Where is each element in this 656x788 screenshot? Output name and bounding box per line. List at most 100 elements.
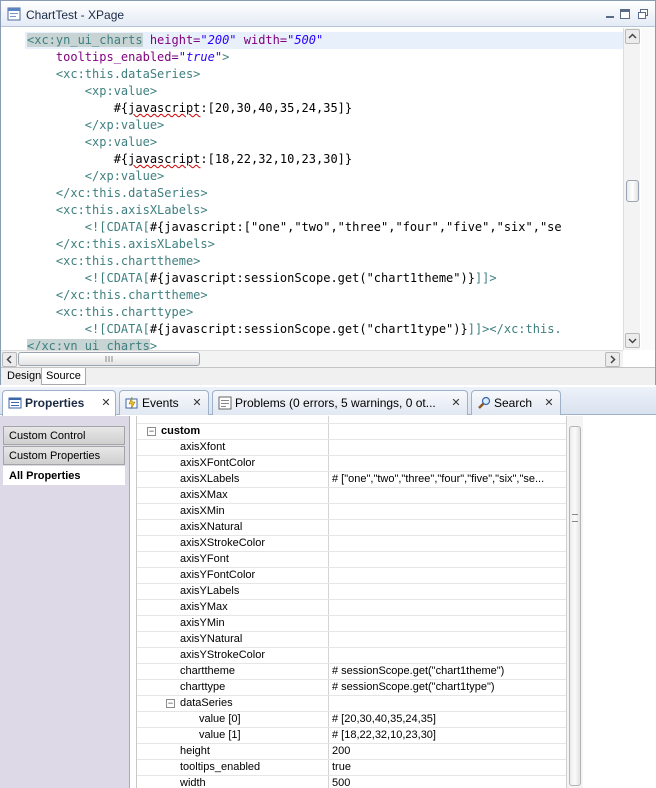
tab-properties[interactable]: Properties ✕ bbox=[2, 390, 116, 416]
code-line[interactable]: <![CDATA[#{javascript:["one","two","thre… bbox=[27, 219, 562, 236]
property-name: height bbox=[180, 745, 210, 757]
code-line[interactable]: <xc:yn_ui_charts height="200" width="500… bbox=[25, 32, 623, 49]
tab-source[interactable]: Source bbox=[41, 368, 86, 385]
editor-hscroll-thumb[interactable] bbox=[18, 352, 200, 366]
properties-vertical-scrollbar[interactable] bbox=[566, 416, 583, 788]
property-row[interactable]: axisYStrokeColor bbox=[137, 648, 566, 664]
scroll-left-icon[interactable] bbox=[2, 352, 17, 367]
code-line[interactable]: </xc:this.charttheme> bbox=[27, 287, 208, 304]
code-token: <![CDATA[ bbox=[27, 271, 150, 285]
property-row[interactable]: tooltips_enabled true bbox=[137, 760, 566, 776]
code-token: #{ bbox=[27, 101, 129, 115]
tab-events[interactable]: Events ✕ bbox=[119, 390, 209, 415]
property-row[interactable]: axisXFontColor bbox=[137, 456, 566, 472]
property-row[interactable]: axisXMax bbox=[137, 488, 566, 504]
property-row[interactable]: charttype # sessionScope.get("chart1type"… bbox=[137, 680, 566, 696]
property-name: axisXFontColor bbox=[180, 457, 256, 469]
code-token: <xc:yn_ui_charts bbox=[27, 33, 143, 47]
code-line[interactable]: </xc:yn_ui_charts> bbox=[27, 338, 157, 350]
close-icon[interactable]: ✕ bbox=[192, 398, 202, 409]
property-row[interactable]: height 200 bbox=[137, 744, 566, 760]
code-line[interactable]: tooltips_enabled="true"> bbox=[27, 49, 229, 66]
property-value[interactable]: # ["one","two","three","four","five","si… bbox=[332, 473, 566, 485]
scroll-right-icon[interactable] bbox=[605, 352, 620, 367]
category-all-properties[interactable]: All Properties bbox=[3, 466, 125, 485]
minimize-icon[interactable] bbox=[604, 8, 616, 20]
code-line[interactable]: </xc:this.axisXLabels> bbox=[27, 236, 215, 253]
property-row[interactable]: value [0] # [20,30,40,35,24,35] bbox=[137, 712, 566, 728]
category-custom-control[interactable]: Custom Control bbox=[3, 426, 125, 445]
tab-design[interactable]: Design bbox=[3, 368, 45, 385]
code-line[interactable]: </xp:value> bbox=[27, 117, 164, 134]
properties-vscroll-thumb[interactable] bbox=[569, 426, 581, 786]
code-line[interactable]: #{javascript:[20,30,40,35,24,35]} bbox=[27, 100, 352, 117]
maximize-icon[interactable] bbox=[619, 8, 631, 20]
collapse-icon[interactable]: − bbox=[147, 427, 156, 436]
overview-ruler[interactable] bbox=[641, 28, 655, 350]
search-icon bbox=[478, 396, 491, 409]
property-row[interactable]: axisXMin bbox=[137, 504, 566, 520]
property-row[interactable]: axisYMax bbox=[137, 600, 566, 616]
property-row[interactable]: axisXNatural bbox=[137, 520, 566, 536]
restore-icon[interactable] bbox=[637, 8, 649, 20]
editor-horizontal-scrollbar[interactable] bbox=[1, 350, 623, 367]
property-row[interactable]: − custom bbox=[137, 424, 566, 440]
editor-vscroll-thumb[interactable] bbox=[626, 180, 639, 202]
properties-view: Properties ✕ Events ✕ Problems (0 errors… bbox=[0, 387, 656, 788]
tab-search[interactable]: Search ✕ bbox=[471, 390, 561, 415]
property-value[interactable]: # sessionScope.get("chart1theme") bbox=[332, 665, 566, 677]
property-value[interactable]: 500 bbox=[332, 777, 566, 788]
code-line[interactable]: </xp:value> bbox=[27, 168, 164, 185]
property-row[interactable]: axisYNatural bbox=[137, 632, 566, 648]
property-row[interactable]: charttheme # sessionScope.get("chart1them… bbox=[137, 664, 566, 680]
code-line[interactable]: <xp:value> bbox=[27, 83, 157, 100]
code-line[interactable]: <xc:this.dataSeries> bbox=[27, 66, 201, 83]
code-token: > bbox=[149, 339, 158, 350]
code-token: width= bbox=[236, 33, 288, 47]
editor-mode-tabs: Design Source bbox=[1, 367, 655, 385]
editor-tab[interactable]: ChartTest - XPage bbox=[1, 1, 655, 27]
property-value[interactable]: # [20,30,40,35,24,35] bbox=[332, 713, 566, 725]
property-name: value [1] bbox=[199, 729, 241, 741]
code-line[interactable]: <xc:this.charttheme> bbox=[27, 253, 201, 270]
property-name: dataSeries bbox=[180, 697, 233, 709]
editor-vertical-scrollbar[interactable] bbox=[623, 28, 640, 350]
close-icon[interactable]: ✕ bbox=[451, 398, 461, 409]
source-code-editor[interactable]: <xc:yn_ui_charts height="200" width="500… bbox=[1, 28, 623, 350]
code-line[interactable]: #{javascript:[18,22,32,10,23,30]} bbox=[27, 151, 352, 168]
property-value[interactable]: # [18,22,32,10,23,30] bbox=[332, 729, 566, 741]
property-row[interactable]: − dataSeries bbox=[137, 696, 566, 712]
category-custom-properties[interactable]: Custom Properties bbox=[3, 446, 125, 465]
property-name: axisYFont bbox=[180, 553, 229, 565]
collapse-icon[interactable]: − bbox=[166, 699, 175, 708]
property-categories: Custom Control Custom Properties All Pro… bbox=[0, 416, 130, 788]
editor-gutter bbox=[1, 28, 25, 350]
property-row[interactable]: axisXStrokeColor bbox=[137, 536, 566, 552]
property-value[interactable]: true bbox=[332, 761, 566, 773]
xpage-file-icon bbox=[7, 7, 21, 21]
property-value[interactable]: 200 bbox=[332, 745, 566, 757]
property-row[interactable]: axisYFont bbox=[137, 552, 566, 568]
code-token: height= bbox=[142, 33, 201, 47]
property-row[interactable]: value [1] # [18,22,32,10,23,30] bbox=[137, 728, 566, 744]
code-token: <xc:this.axisXLabels> bbox=[27, 203, 208, 217]
property-row[interactable]: axisXfont bbox=[137, 440, 566, 456]
close-icon[interactable]: ✕ bbox=[544, 398, 554, 409]
scroll-up-icon[interactable] bbox=[625, 29, 640, 44]
code-line[interactable]: </xc:this.dataSeries> bbox=[27, 185, 208, 202]
code-line[interactable]: <xc:this.charttype> bbox=[27, 304, 193, 321]
property-name: charttype bbox=[180, 681, 226, 693]
property-value[interactable]: # sessionScope.get("chart1type") bbox=[332, 681, 566, 693]
property-row[interactable]: width 500 bbox=[137, 776, 566, 788]
code-line[interactable]: <![CDATA[#{javascript:sessionScope.get("… bbox=[27, 321, 562, 338]
close-icon[interactable]: ✕ bbox=[101, 398, 111, 409]
property-row[interactable]: axisYFontColor bbox=[137, 568, 566, 584]
property-row[interactable]: axisYLabels bbox=[137, 584, 566, 600]
property-row[interactable]: axisXLabels # ["one","two","three","four"… bbox=[137, 472, 566, 488]
property-row[interactable]: axisYMin bbox=[137, 616, 566, 632]
code-line[interactable]: <xc:this.axisXLabels> bbox=[27, 202, 208, 219]
scroll-down-icon[interactable] bbox=[625, 333, 640, 348]
code-line[interactable]: <xp:value> bbox=[27, 134, 157, 151]
tab-problems[interactable]: Problems (0 errors, 5 warnings, 0 ot... … bbox=[212, 390, 468, 415]
code-line[interactable]: <![CDATA[#{javascript:sessionScope.get("… bbox=[27, 270, 497, 287]
